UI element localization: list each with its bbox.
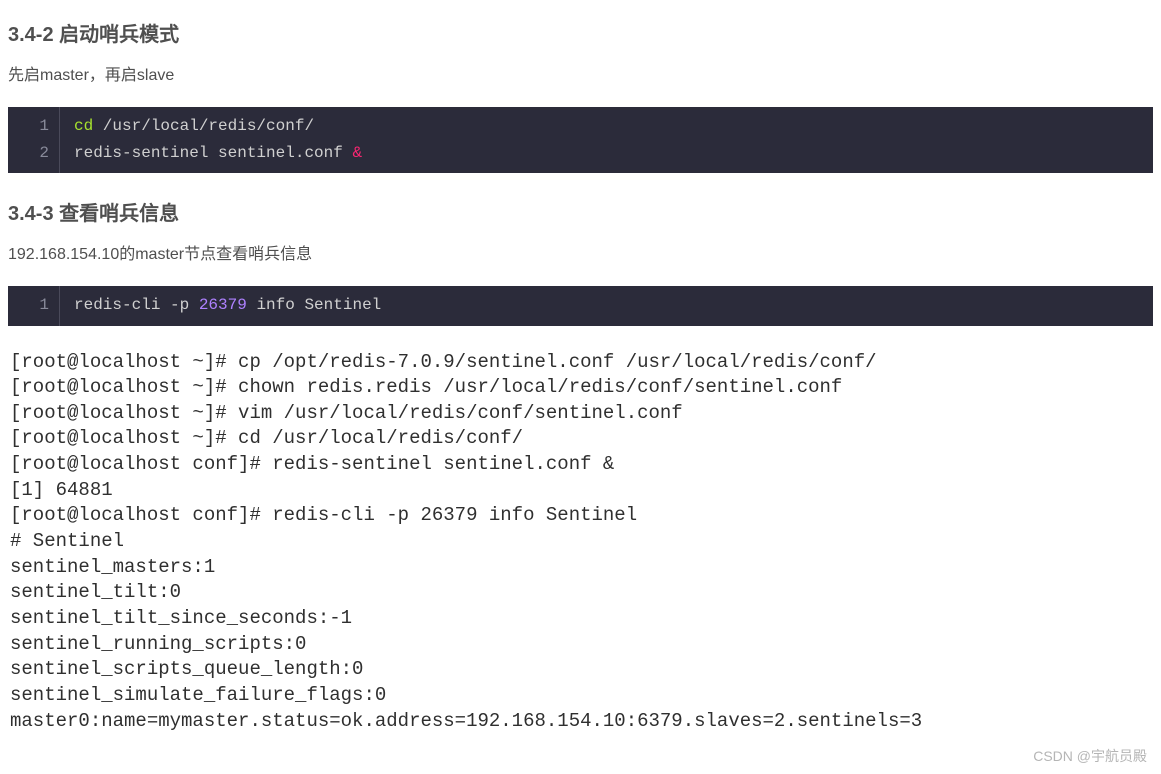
token-text: info Sentinel (247, 296, 381, 314)
token-text: /usr/local/redis/conf/ (93, 117, 314, 135)
code-lines: cd /usr/local/redis/conf/ redis-sentinel… (60, 107, 376, 173)
code-gutter: 1 (8, 286, 60, 325)
line-number: 1 (8, 113, 49, 140)
terminal-output: [root@localhost ~]# cp /opt/redis-7.0.9/… (10, 350, 1153, 735)
desc-3-4-2: 先启master，再启slave (8, 61, 1153, 85)
heading-3-4-2: 3.4-2 启动哨兵模式 (8, 18, 1153, 47)
token-number: 26379 (199, 296, 247, 314)
code-line: cd /usr/local/redis/conf/ (74, 117, 314, 135)
code-block-info-sentinel[interactable]: 1 redis-cli -p 26379 info Sentinel (8, 286, 1153, 325)
line-number: 1 (8, 292, 49, 319)
token-cmd: cd (74, 117, 93, 135)
watermark: CSDN @宇航员殿 (1033, 746, 1147, 766)
code-line: redis-sentinel sentinel.conf & (74, 144, 362, 162)
code-gutter: 1 2 (8, 107, 60, 173)
heading-3-4-3: 3.4-3 查看哨兵信息 (8, 197, 1153, 226)
code-lines: redis-cli -p 26379 info Sentinel (60, 286, 395, 325)
token-symbol: & (352, 144, 362, 162)
code-line: redis-cli -p 26379 info Sentinel (74, 296, 381, 314)
desc-3-4-3: 192.168.154.10的master节点查看哨兵信息 (8, 240, 1153, 264)
token-text: redis-sentinel sentinel.conf (74, 144, 352, 162)
code-block-start-sentinel[interactable]: 1 2 cd /usr/local/redis/conf/ redis-sent… (8, 107, 1153, 173)
line-number: 2 (8, 140, 49, 167)
token-text: redis-cli -p (74, 296, 199, 314)
